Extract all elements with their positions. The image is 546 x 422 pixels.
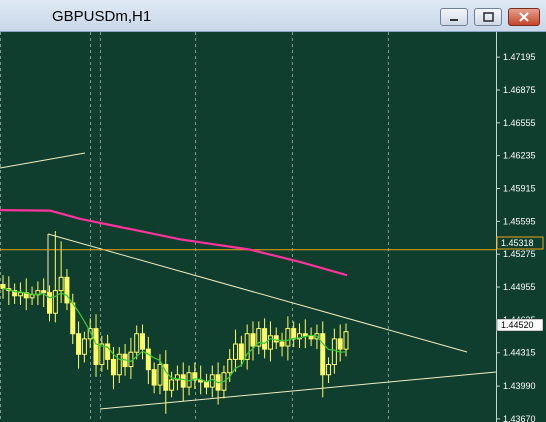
candle-body-13: [76, 333, 82, 355]
candle-body-49: [285, 328, 291, 347]
candle-body-17: [99, 343, 105, 366]
candle-body-47: [273, 335, 279, 343]
candle-body-35: [203, 381, 209, 388]
current-price-text: 1.44520: [501, 320, 534, 330]
candle-body-16: [93, 328, 99, 366]
candle-body-23: [134, 333, 140, 353]
candle-body-45: [262, 328, 268, 350]
y-tick-label-2: 1.46555: [503, 118, 536, 128]
candle-body-52: [302, 333, 308, 337]
candle-body-50: [291, 328, 297, 340]
candle-body-39: [227, 358, 233, 374]
candle-body-7: [41, 290, 47, 294]
candle-body-48: [279, 341, 285, 347]
trendlines: [0, 152, 497, 410]
candle-body-43: [250, 333, 256, 347]
candle-body-46: [267, 335, 273, 350]
candle-body-10: [58, 276, 64, 292]
y-tick-label-3: 1.46235: [503, 151, 536, 161]
y-tick-label-4: 1.45915: [503, 184, 536, 194]
candle-body-55: [320, 333, 326, 376]
candle-body-58: [337, 338, 343, 350]
close-icon: [519, 12, 529, 22]
y-tick-label-7: 1.44955: [503, 282, 536, 292]
candle-body-59: [343, 331, 349, 350]
y-tick-label-9: 1.44315: [503, 348, 536, 358]
horizontal-line-price-label: 1.45318: [496, 236, 544, 250]
restore-icon: [483, 12, 494, 22]
current-price-label: 1.44520: [496, 318, 544, 332]
candle-body-11: [64, 276, 70, 304]
trendline-upper-left: [0, 152, 86, 169]
candle-body-57: [331, 338, 337, 366]
candle-body-41: [238, 343, 244, 360]
candle-body-29: [169, 379, 175, 391]
y-tick-label-0: 1.47195: [503, 52, 536, 62]
candle-body-53: [308, 335, 314, 340]
candle-body-0: [0, 283, 6, 290]
candle-body-20: [116, 353, 122, 376]
candle-body-24: [140, 333, 146, 350]
candle-body-9: [52, 290, 58, 314]
ma-slow-line: [0, 209, 348, 277]
window-titlebar: GBPUSDm,H1: [0, 0, 546, 32]
candle-body-14: [81, 338, 87, 355]
candle-body-12: [70, 302, 76, 335]
y-tick-label-10: 1.43990: [503, 381, 536, 391]
candle-body-26: [151, 369, 157, 386]
close-button[interactable]: [508, 8, 540, 26]
candle-body-19: [110, 358, 116, 376]
candle-body-25: [145, 348, 151, 371]
candle-body-27: [157, 364, 163, 386]
candle-body-56: [326, 364, 332, 376]
y-tick-label-1: 1.46875: [503, 85, 536, 95]
minimize-icon: [450, 19, 458, 21]
candle-body-5: [29, 294, 35, 299]
y-tick-label-6: 1.45275: [503, 249, 536, 259]
candles: [0, 231, 349, 414]
price-chart[interactable]: 1.47195 1.46875 1.46555 1.46235 1.45915 1.455…: [0, 32, 546, 422]
candle-body-36: [209, 374, 215, 388]
restore-button[interactable]: [474, 8, 502, 26]
candle-body-31: [180, 374, 186, 388]
candle-body-8: [47, 292, 53, 314]
y-tick-label-11: 1.43670: [503, 414, 536, 422]
window-title: GBPUSDm,H1: [52, 8, 152, 25]
y-tick-label-5: 1.45595: [503, 216, 536, 226]
minimize-button[interactable]: [440, 8, 468, 26]
candle-body-40: [233, 343, 239, 360]
candle-body-3: [17, 292, 23, 297]
hline-price-text: 1.45318: [501, 238, 534, 248]
